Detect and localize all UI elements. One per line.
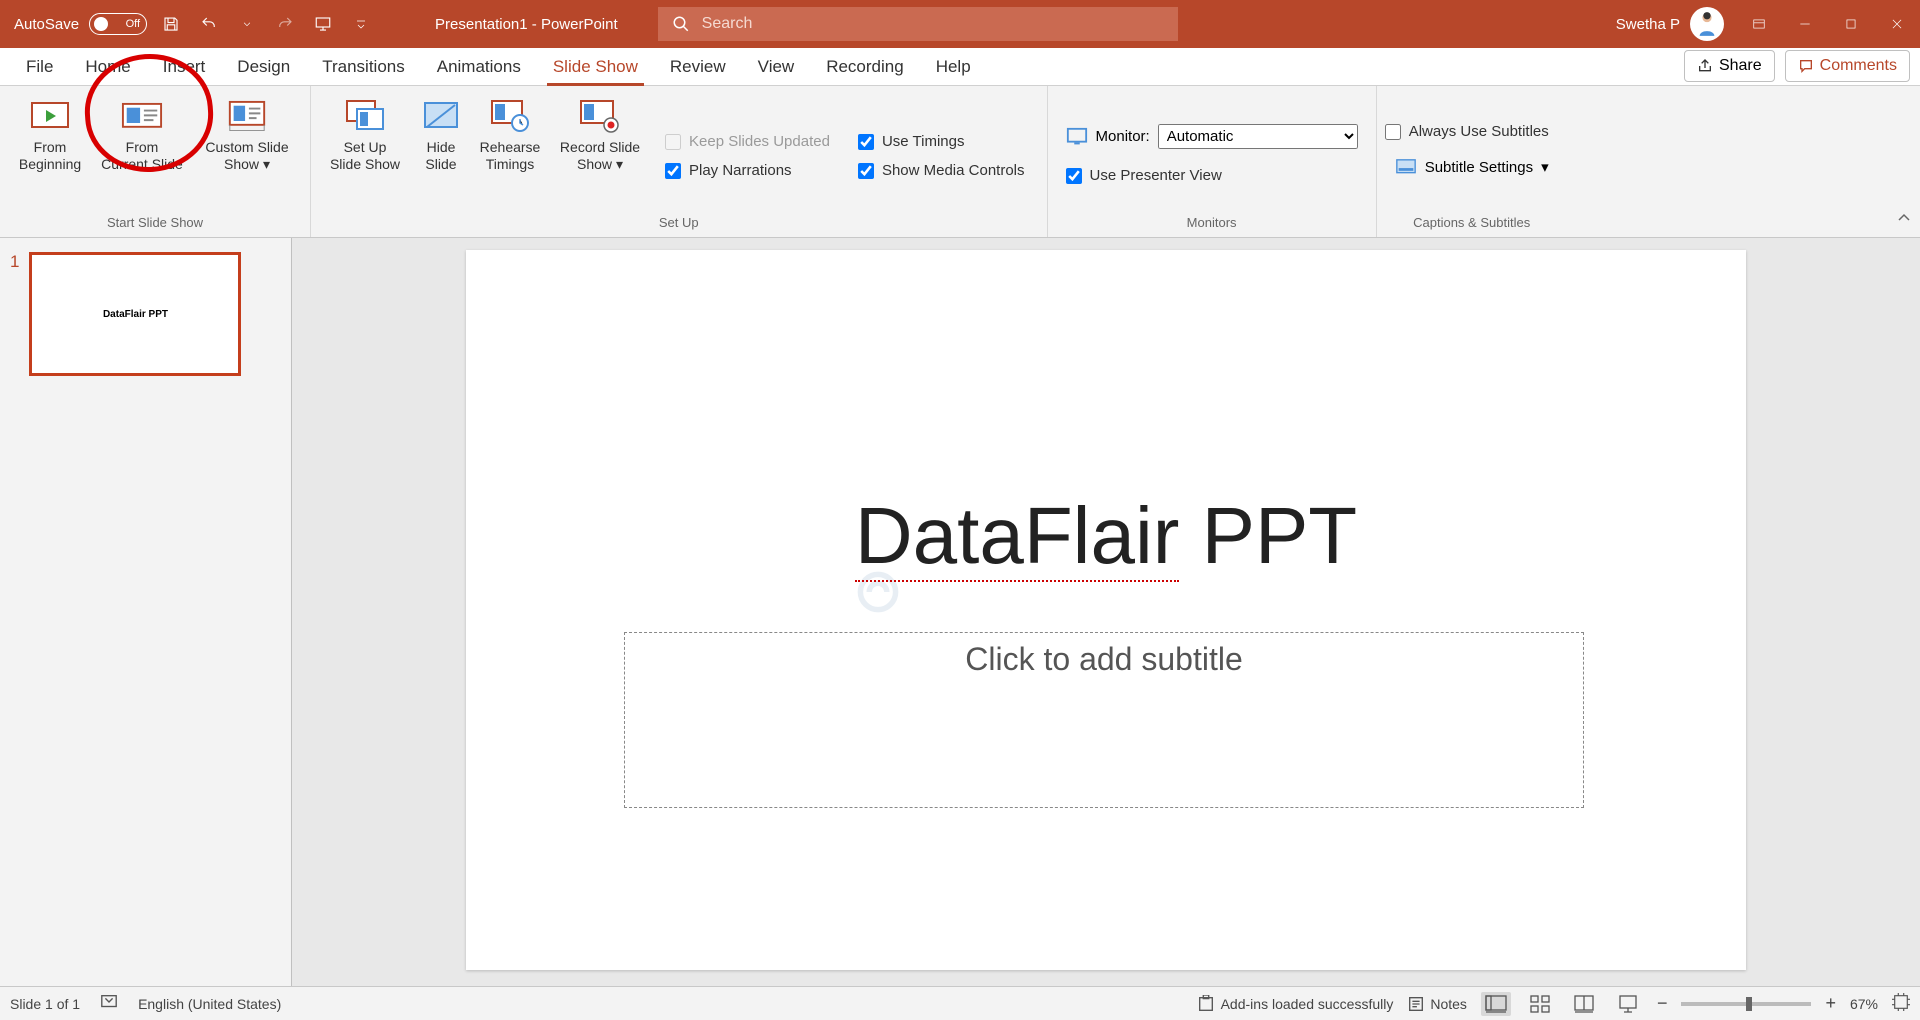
from-beginning-button[interactable]: From Beginning xyxy=(8,92,92,212)
group-start-slide-show: From Beginning From Current Slide Custom… xyxy=(0,86,311,237)
group-captions: Always Use Subtitles Subtitle Settings ▾… xyxy=(1377,86,1567,237)
rehearse-icon xyxy=(489,97,531,135)
save-icon[interactable] xyxy=(157,10,185,38)
normal-view-icon[interactable] xyxy=(1481,992,1511,1016)
record-slide-show-button[interactable]: Record Slide Show ▾ xyxy=(549,92,651,212)
from-current-slide-button[interactable]: From Current Slide xyxy=(92,92,192,212)
group-label: Start Slide Show xyxy=(107,212,203,235)
avatar xyxy=(1690,7,1724,41)
tab-view[interactable]: View xyxy=(742,50,811,85)
collapse-ribbon-icon[interactable] xyxy=(1896,210,1912,231)
zoom-percent[interactable]: 67% xyxy=(1850,996,1878,1012)
slide-counter[interactable]: Slide 1 of 1 xyxy=(10,996,80,1012)
maximize-icon[interactable] xyxy=(1828,0,1874,48)
document-title: Presentation1 - PowerPoint xyxy=(435,16,618,33)
slide-title[interactable]: DataFlair PPT xyxy=(466,490,1746,582)
reading-view-icon[interactable] xyxy=(1569,992,1599,1016)
notes-button[interactable]: Notes xyxy=(1407,995,1467,1013)
work-area: 1 DataFlair PPT DataFlair PPT Click to a… xyxy=(0,238,1920,986)
from-beginning-icon xyxy=(29,97,71,135)
slide-1[interactable]: DataFlair PPT Click to add subtitle xyxy=(466,250,1746,970)
custom-slide-show-button[interactable]: Custom Slide Show ▾ xyxy=(192,92,302,212)
monitor-select[interactable]: Automatic xyxy=(1158,124,1358,149)
ribbon-tabs: File Home Insert Design Transitions Anim… xyxy=(0,48,1920,86)
ribbon: From Beginning From Current Slide Custom… xyxy=(0,86,1920,238)
user-name: Swetha P xyxy=(1616,16,1680,33)
zoom-slider[interactable] xyxy=(1681,1002,1811,1006)
tab-transitions[interactable]: Transitions xyxy=(306,50,421,85)
slide-thumbnail-1[interactable]: DataFlair PPT xyxy=(29,252,241,376)
tab-recording[interactable]: Recording xyxy=(810,50,920,85)
language-status[interactable]: English (United States) xyxy=(138,996,281,1012)
group-monitors: Monitor: Automatic Use Presenter View Mo… xyxy=(1048,86,1377,237)
chevron-down-icon: ▾ xyxy=(616,156,623,172)
tab-insert[interactable]: Insert xyxy=(147,50,222,85)
thumbnail-title: DataFlair PPT xyxy=(103,309,168,320)
group-label: Monitors xyxy=(1187,212,1237,235)
fit-to-window-icon[interactable] xyxy=(1892,993,1910,1014)
from-current-slide-icon xyxy=(121,97,163,135)
zoom-in-button[interactable]: + xyxy=(1825,993,1836,1014)
tab-slide-show[interactable]: Slide Show xyxy=(537,50,654,85)
user-account[interactable]: Swetha P xyxy=(1616,7,1724,41)
zoom-out-button[interactable]: − xyxy=(1657,993,1668,1014)
subtitle-placeholder-text: Click to add subtitle xyxy=(625,633,1583,678)
always-use-subtitles-checkbox[interactable]: Always Use Subtitles xyxy=(1385,123,1549,140)
undo-icon[interactable] xyxy=(195,10,223,38)
set-up-slide-show-button[interactable]: Set Up Slide Show xyxy=(319,92,411,212)
slide-sorter-view-icon[interactable] xyxy=(1525,992,1555,1016)
redo-icon[interactable] xyxy=(271,10,299,38)
thumbnail-number: 1 xyxy=(10,252,19,376)
presenter-view-checkbox[interactable]: Use Presenter View xyxy=(1056,167,1368,184)
qat-customize-icon[interactable] xyxy=(347,10,375,38)
accessibility-icon[interactable] xyxy=(100,993,118,1014)
slide-canvas-area[interactable]: DataFlair PPT Click to add subtitle xyxy=(292,238,1920,986)
rehearse-timings-button[interactable]: Rehearse Timings xyxy=(471,92,549,212)
status-bar: Slide 1 of 1 English (United States) Add… xyxy=(0,986,1920,1020)
tab-animations[interactable]: Animations xyxy=(421,50,537,85)
chevron-down-icon: ▾ xyxy=(263,156,270,172)
group-set-up: Set Up Slide Show Hide Slide Rehearse Ti… xyxy=(311,86,1048,237)
record-icon xyxy=(579,97,621,135)
subtitle-placeholder-box[interactable]: Click to add subtitle xyxy=(624,632,1584,808)
hide-slide-icon xyxy=(420,97,462,135)
title-bar: AutoSave Off Presentation1 - PowerPoint … xyxy=(0,0,1920,48)
slide-thumbnails-pane[interactable]: 1 DataFlair PPT xyxy=(0,238,292,986)
group-label: Captions & Subtitles xyxy=(1413,212,1530,235)
minimize-icon[interactable] xyxy=(1782,0,1828,48)
tab-help[interactable]: Help xyxy=(920,50,987,85)
share-button[interactable]: Share xyxy=(1684,50,1775,82)
tab-review[interactable]: Review xyxy=(654,50,742,85)
tab-file[interactable]: File xyxy=(10,50,69,85)
undo-dropdown-icon[interactable] xyxy=(233,10,261,38)
slide-show-view-icon[interactable] xyxy=(1613,992,1643,1016)
autosave-label: AutoSave xyxy=(14,16,79,33)
subtitle-settings-button[interactable]: Subtitle Settings ▾ xyxy=(1385,154,1559,180)
custom-slide-show-icon xyxy=(226,97,268,135)
tab-design[interactable]: Design xyxy=(221,50,306,85)
show-media-controls-checkbox[interactable]: Show Media Controls xyxy=(858,162,1025,179)
use-timings-checkbox[interactable]: Use Timings xyxy=(858,133,1025,150)
ribbon-display-icon[interactable] xyxy=(1736,0,1782,48)
search-icon xyxy=(672,15,690,33)
set-up-icon xyxy=(344,97,386,135)
keep-slides-updated-checkbox[interactable]: Keep Slides Updated xyxy=(665,133,830,150)
group-label: Set Up xyxy=(659,212,699,235)
autosave-toggle[interactable]: Off xyxy=(89,13,147,35)
monitor-label: Monitor: xyxy=(1096,128,1150,145)
play-narrations-checkbox[interactable]: Play Narrations xyxy=(665,162,830,179)
hide-slide-button[interactable]: Hide Slide xyxy=(411,92,471,212)
comments-button[interactable]: Comments xyxy=(1785,50,1910,82)
chevron-down-icon: ▾ xyxy=(1541,158,1549,176)
monitor-icon xyxy=(1066,127,1088,145)
tab-home[interactable]: Home xyxy=(69,50,146,85)
addins-icon xyxy=(1197,995,1215,1013)
present-from-start-icon[interactable] xyxy=(309,10,337,38)
addins-status: Add-ins loaded successfully xyxy=(1197,995,1394,1013)
search-box[interactable]: Search xyxy=(658,7,1178,41)
notes-icon xyxy=(1407,995,1425,1013)
close-icon[interactable] xyxy=(1874,0,1920,48)
subtitle-icon xyxy=(1395,158,1417,176)
search-placeholder: Search xyxy=(702,15,753,33)
